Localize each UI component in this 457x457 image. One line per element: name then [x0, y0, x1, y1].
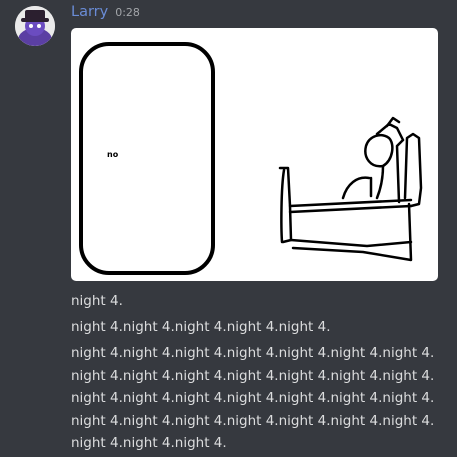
timestamp[interactable]: 0:28 [115, 6, 140, 19]
message-text-line: night 4. [71, 293, 123, 309]
message-text-line: night 4.night 4.night 4.night 4.night 4.… [71, 345, 435, 451]
door-label: no [107, 150, 119, 159]
image-attachment[interactable]: no [71, 28, 438, 281]
user-avatar[interactable] [15, 6, 55, 46]
message-text-line: night 4.night 4.night 4.night 4.night 4. [71, 319, 331, 335]
bed-drawing [278, 116, 423, 262]
chat-message: Larry 0:28 no night 4. night 4.night 4.n… [0, 0, 457, 457]
username[interactable]: Larry [71, 4, 108, 20]
message-header: Larry 0:28 [71, 4, 140, 26]
door-outline [79, 42, 215, 275]
drawing: no [79, 42, 423, 275]
avatar-image [15, 6, 55, 46]
